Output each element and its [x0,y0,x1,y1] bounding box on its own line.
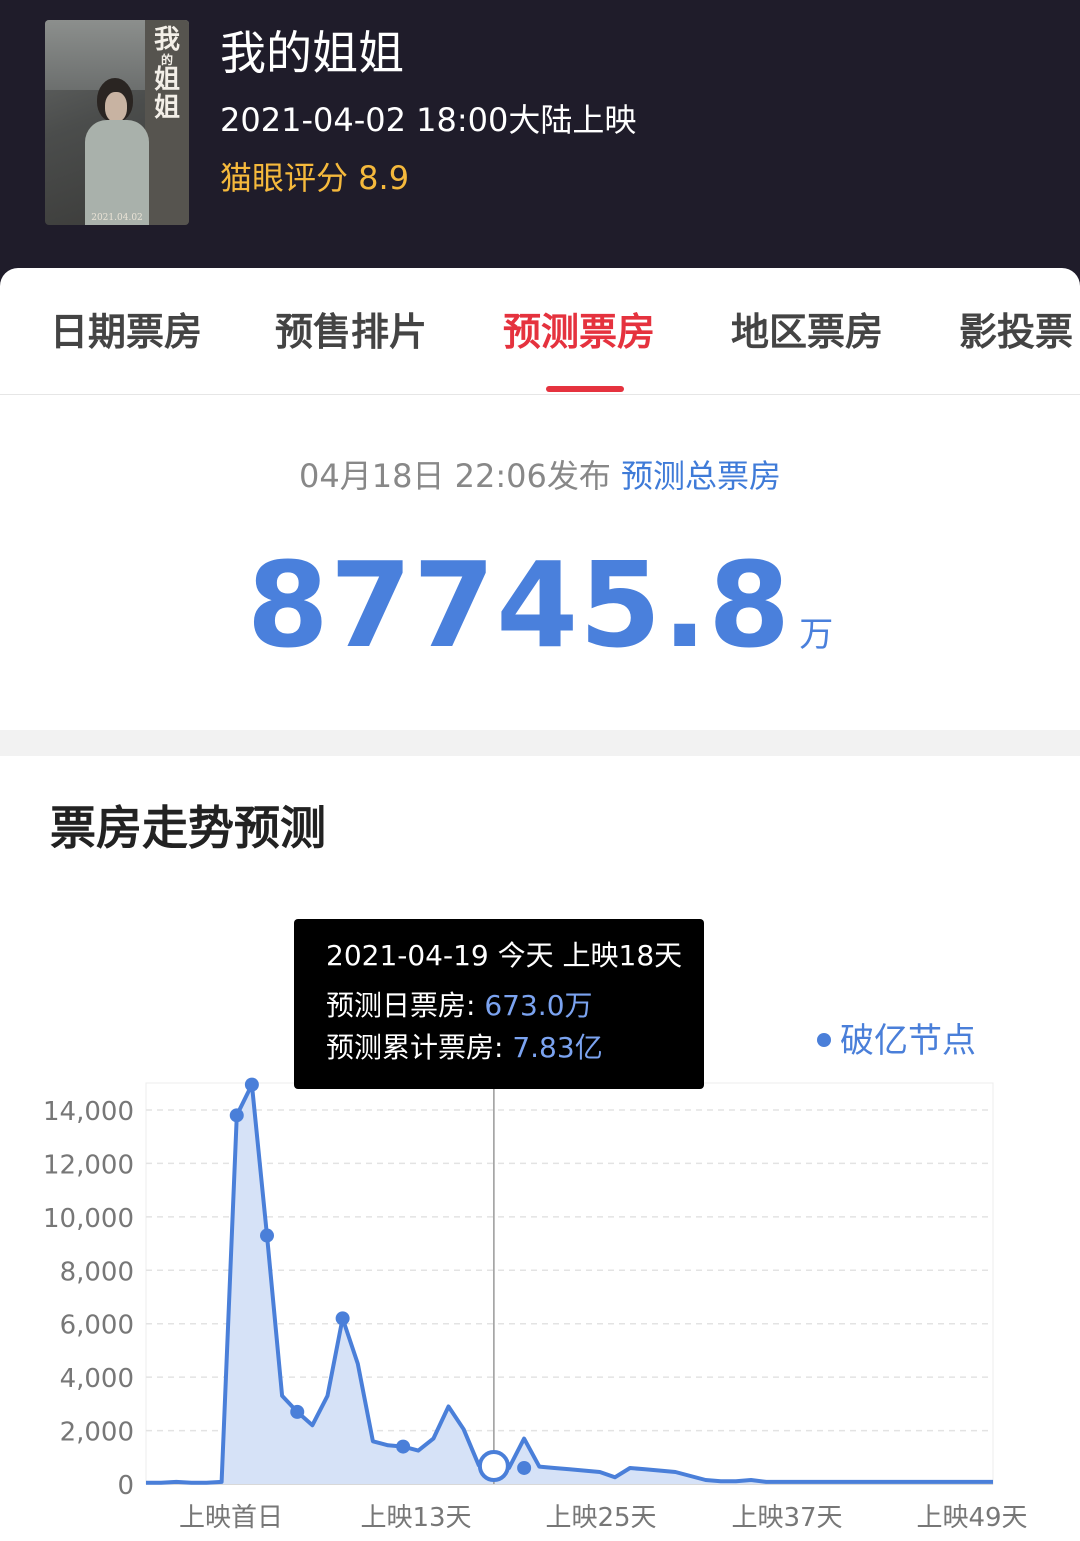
tab-cinema-investor[interactable]: 影投票 [959,306,1073,358]
tab-bar: 日期票房 预售排片 预测票房 地区票房 影投票 [0,268,1080,395]
forecast-total-unit: 万 [799,615,834,655]
section-divider [0,730,1080,756]
forecast-total: 87745.8 万 [0,540,1080,670]
active-tab-indicator [546,386,624,392]
tooltip-cumulative-label: 预测累计票房: [326,1031,513,1064]
y-tick-label: 8,000 [60,1257,134,1287]
x-tick-label: 上映37天 [731,1503,842,1533]
poster-figure-body [85,120,149,225]
poster-figure-face [105,92,127,122]
tab-presale-schedule[interactable]: 预售排片 [275,306,427,358]
legend-dot [817,1033,831,1047]
legend-label[interactable]: 破亿节点 [840,1021,976,1061]
x-tick-label: 上映49天 [916,1503,1027,1533]
data-point-marker[interactable] [396,1439,411,1454]
publish-time: 04月18日 22:06发布 [298,457,611,495]
highlight-point[interactable] [477,1450,510,1483]
tooltip-daily-value: 673.0万 [484,989,593,1022]
release-info: 2021-04-02 18:00大陆上映 [220,101,637,139]
maoyan-rating: 猫眼评分 8.9 [220,159,410,197]
data-point-marker[interactable] [517,1460,532,1475]
tooltip-cumulative: 预测累计票房: 7.83亿 [326,1029,603,1067]
movie-poster[interactable]: 我的姐姐 2021.04.02 [45,20,189,225]
poster-date: 2021.04.02 [91,213,143,223]
chart-tooltip: 2021-04-19 今天 上映18天 预测日票房: 673.0万 预测累计票房… [294,919,704,1089]
section-title: 票房走势预测 [50,801,326,855]
x-tick-label: 上映首日 [179,1503,283,1533]
data-point-marker[interactable] [260,1228,274,1243]
tooltip-daily: 预测日票房: 673.0万 [326,987,593,1025]
forecast-total-link[interactable]: 预测总票房 [621,457,781,495]
y-tick-label: 12,000 [43,1150,134,1180]
tab-region-box-office[interactable]: 地区票房 [731,306,883,358]
tab-forecast-box-office[interactable]: 预测票房 [503,306,655,358]
data-point-marker[interactable] [335,1311,350,1326]
poster-title-art: 我的姐姐 [153,25,180,123]
y-tick-label: 10,000 [43,1204,134,1234]
y-tick-label: 14,000 [43,1097,134,1127]
tooltip-date: 2021-04-19 今天 上映18天 [326,939,683,972]
y-tick-label: 0 [117,1471,134,1501]
y-tick-label: 2,000 [60,1418,134,1448]
tab-daily-box-office[interactable]: 日期票房 [50,306,202,358]
forecast-total-value: 87745.8 [246,536,792,674]
tooltip-cumulative-value: 7.83亿 [512,1031,603,1064]
movie-title: 我的姐姐 [220,26,404,80]
y-tick-label: 4,000 [60,1364,134,1394]
x-tick-label: 上映25天 [545,1503,656,1533]
data-point-marker[interactable] [229,1108,244,1123]
tooltip-daily-label: 预测日票房: [326,989,485,1022]
y-tick-label: 6,000 [60,1311,134,1341]
data-point-marker[interactable] [290,1404,305,1419]
x-tick-label: 上映13天 [360,1503,471,1533]
forecast-publish-line: 04月18日 22:06发布 预测总票房 [0,452,1080,500]
data-point-marker[interactable] [244,1077,259,1092]
